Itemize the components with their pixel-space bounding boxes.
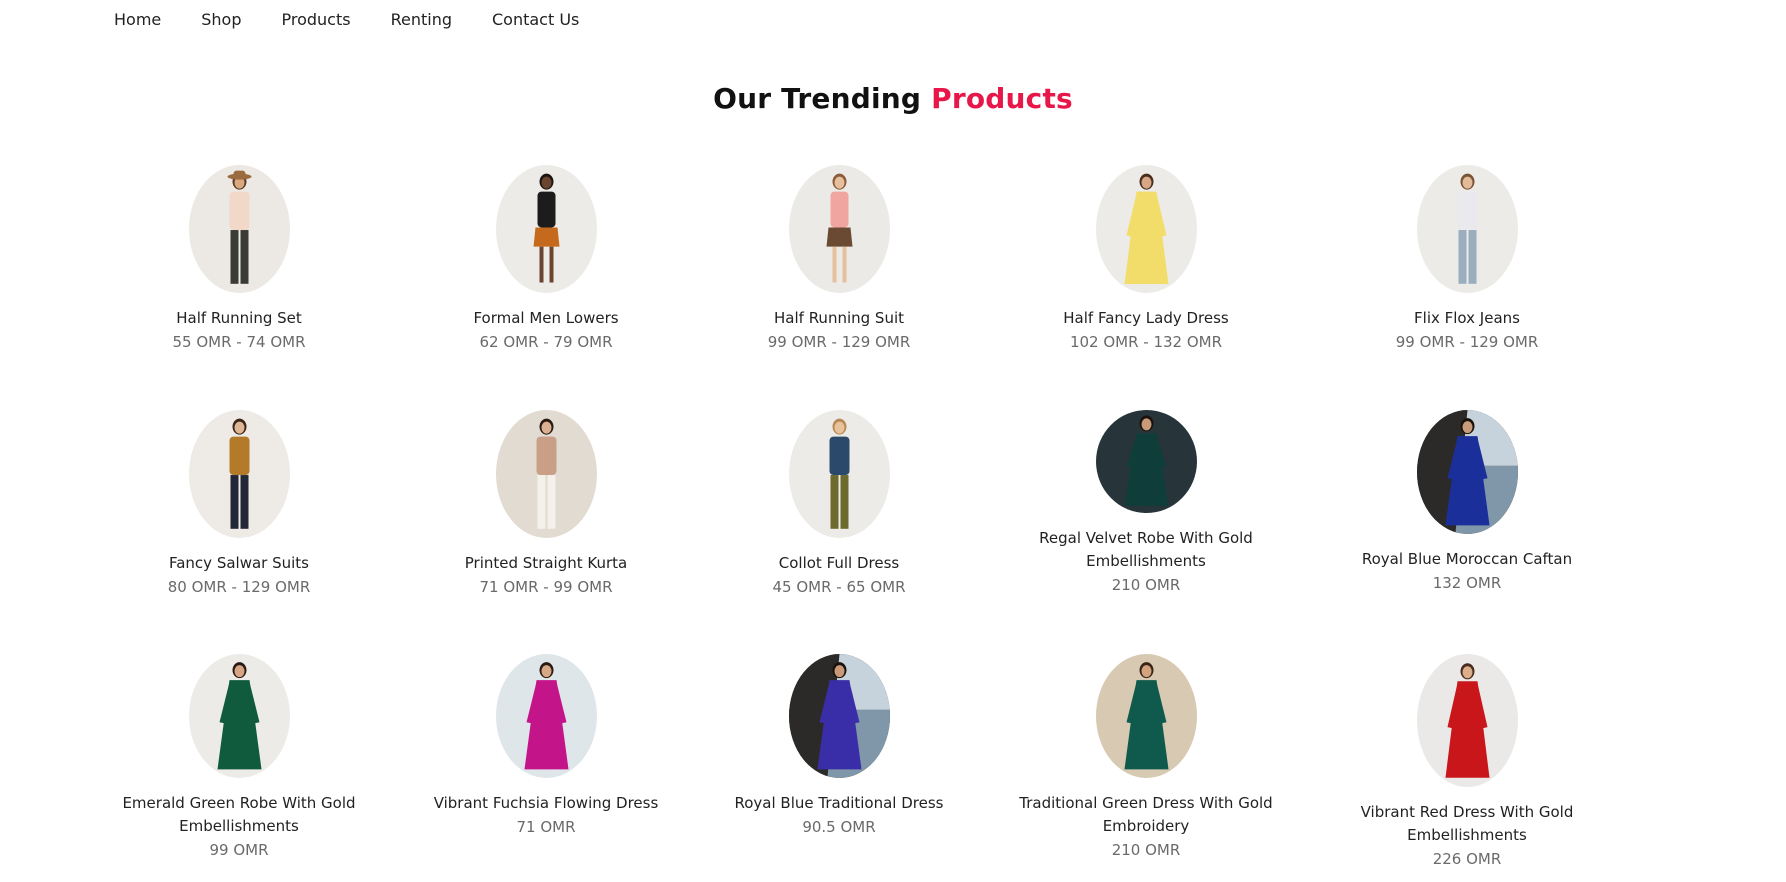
product-price: 45 OMR - 65 OMR [772,578,906,596]
product-card[interactable]: Royal Blue Moroccan Caftan 132 OMR [1322,410,1612,595]
product-name[interactable]: Half Running Suit [694,307,984,330]
product-price: 71 OMR [516,818,576,836]
product-card[interactable]: Traditional Green Dress With Gold Embroi… [1001,654,1291,862]
product-name[interactable]: Formal Men Lowers [401,307,691,330]
product-card[interactable]: Royal Blue Traditional Dress 90.5 OMR [694,654,984,839]
product-price: 80 OMR - 129 OMR [167,578,311,596]
product-image[interactable] [188,165,290,293]
product-image[interactable] [1095,165,1197,293]
product-price: 210 OMR [1111,841,1181,859]
product-image[interactable] [495,654,597,778]
product-card[interactable]: Half Running Suit 99 OMR - 129 OMR [694,165,984,354]
product-price: 210 OMR [1111,576,1181,594]
product-price: 90.5 OMR [802,818,876,836]
product-image[interactable] [188,410,290,538]
product-name[interactable]: Fancy Salwar Suits [94,552,384,575]
product-name[interactable]: Royal Blue Moroccan Caftan [1322,548,1612,571]
product-image[interactable] [788,410,890,538]
product-card[interactable]: Emerald Green Robe With Gold Embellishme… [94,654,384,862]
product-name[interactable]: Flix Flox Jeans [1322,307,1612,330]
product-image[interactable] [788,165,890,293]
product-name[interactable]: Royal Blue Traditional Dress [694,792,984,815]
product-image[interactable] [495,165,597,293]
product-card[interactable]: Fancy Salwar Suits 80 OMR - 129 OMR [94,410,384,599]
product-card[interactable]: Vibrant Fuchsia Flowing Dress 71 OMR [401,654,691,839]
product-price: 55 OMR - 74 OMR [172,333,306,351]
product-price: 132 OMR [1432,574,1502,592]
product-price: 226 OMR [1432,850,1502,868]
product-name[interactable]: Vibrant Fuchsia Flowing Dress [401,792,691,815]
product-card[interactable]: Printed Straight Kurta 71 OMR - 99 OMR [401,410,691,599]
product-price: 62 OMR - 79 OMR [479,333,613,351]
product-price: 99 OMR - 129 OMR [767,333,911,351]
product-name[interactable]: Printed Straight Kurta [401,552,691,575]
product-name[interactable]: Half Running Set [94,307,384,330]
product-name[interactable]: Collot Full Dress [694,552,984,575]
product-image[interactable] [1416,410,1518,534]
product-image[interactable] [1416,165,1518,293]
product-image[interactable] [188,654,290,778]
product-card[interactable]: Half Fancy Lady Dress 102 OMR - 132 OMR [1001,165,1291,354]
product-card[interactable]: Vibrant Red Dress With Gold Embellishmen… [1322,654,1612,871]
product-image[interactable] [1416,654,1518,787]
product-name[interactable]: Vibrant Red Dress With Gold Embellishmen… [1322,801,1612,847]
product-price: 71 OMR - 99 OMR [479,578,613,596]
product-card[interactable]: Flix Flox Jeans 99 OMR - 129 OMR [1322,165,1612,354]
product-name[interactable]: Regal Velvet Robe With Gold Embellishmen… [1001,527,1291,573]
product-card[interactable]: Half Running Set 55 OMR - 74 OMR [94,165,384,354]
product-name[interactable]: Emerald Green Robe With Gold Embellishme… [94,792,384,838]
product-image[interactable] [495,410,597,538]
product-image[interactable] [1095,654,1197,778]
product-price: 99 OMR [209,841,269,859]
product-card[interactable]: Regal Velvet Robe With Gold Embellishmen… [1001,410,1291,597]
product-name[interactable]: Half Fancy Lady Dress [1001,307,1291,330]
product-image[interactable] [1095,410,1197,513]
product-card[interactable]: Collot Full Dress 45 OMR - 65 OMR [694,410,984,599]
product-card[interactable]: Formal Men Lowers 62 OMR - 79 OMR [401,165,691,354]
product-grid: Half Running Set 55 OMR - 74 OMR Formal M… [0,0,1786,882]
product-price: 102 OMR - 132 OMR [1069,333,1223,351]
product-price: 99 OMR - 129 OMR [1395,333,1539,351]
product-image[interactable] [788,654,890,778]
product-name[interactable]: Traditional Green Dress With Gold Embroi… [1001,792,1291,838]
